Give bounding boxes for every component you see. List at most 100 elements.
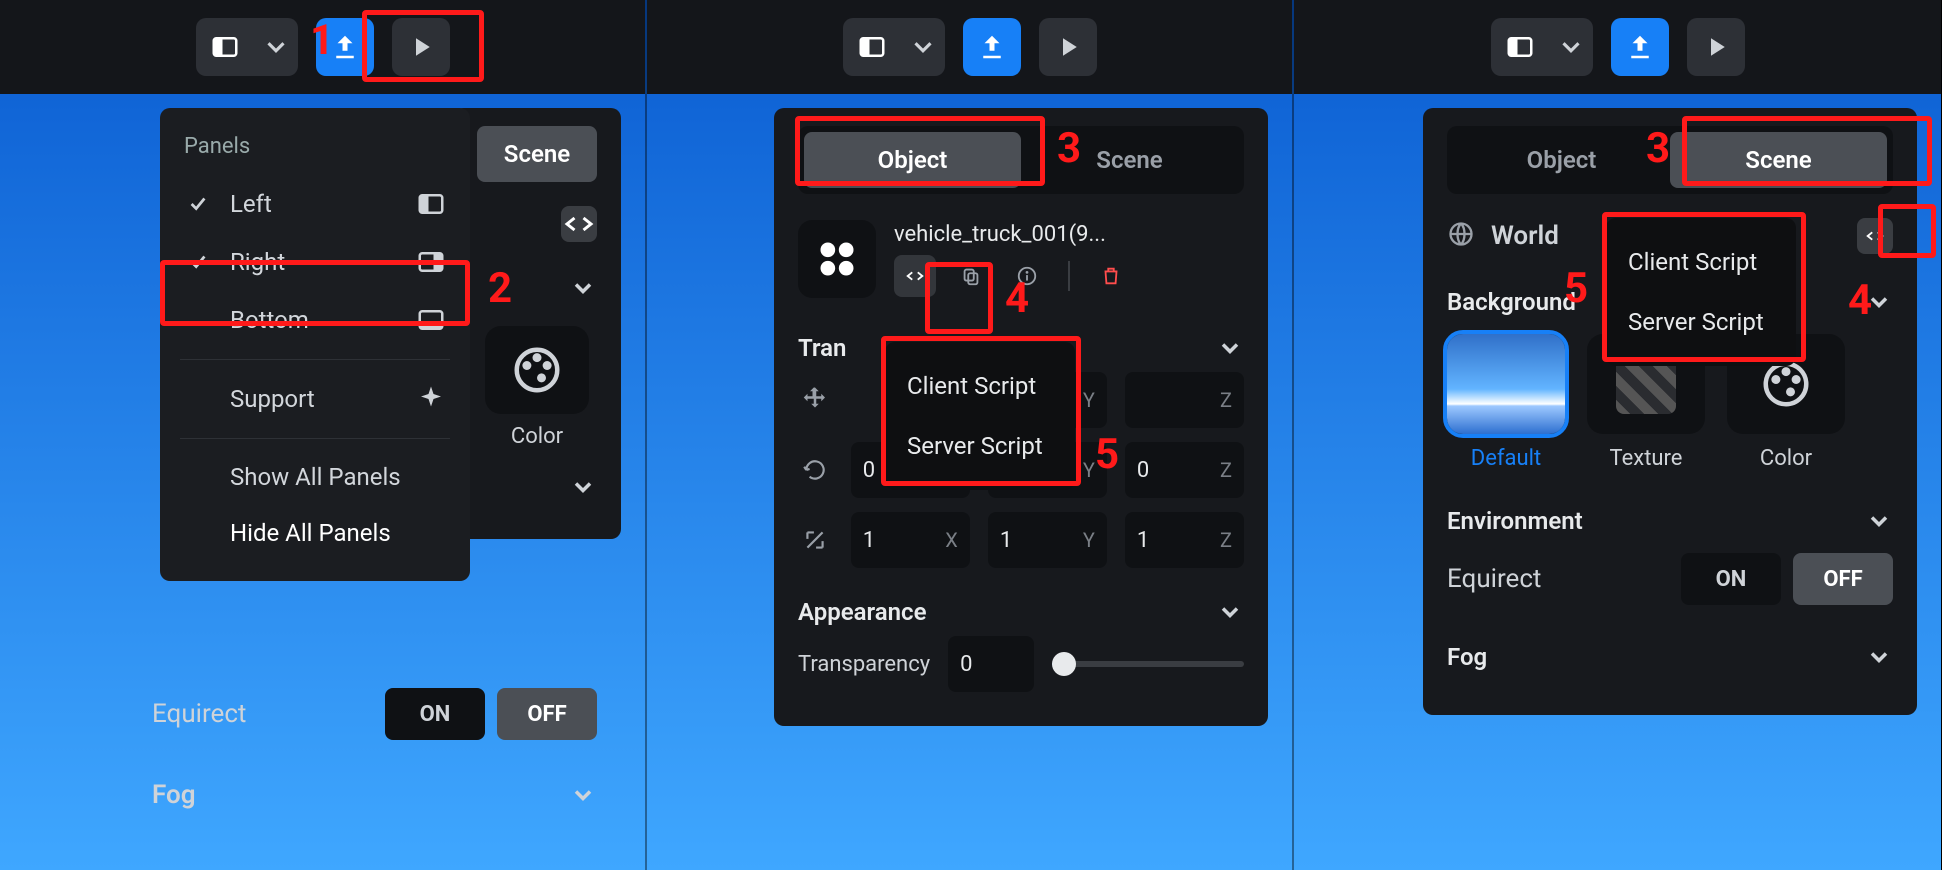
bg-option-color[interactable] [485,326,589,414]
equirect-toggle: ON OFF [1681,553,1893,605]
app-panel-2: Object Scene vehicle_truck_001(9... Tran [647,0,1294,870]
upload-button[interactable] [1611,18,1669,76]
menu-hide-all-label: Hide All Panels [230,519,446,547]
menu-show-all-label: Show All Panels [230,463,446,491]
tab-object[interactable]: Object [1453,132,1670,188]
panel-toggle-split [843,18,945,76]
callout-box-4 [925,262,993,334]
panel-toggle-split [1491,18,1593,76]
callout-box-4 [1878,204,1936,258]
panel-toggle-button[interactable] [843,18,901,76]
play-button[interactable] [1687,18,1745,76]
upload-button[interactable] [963,18,1021,76]
callout-box-5 [881,336,1081,486]
panel-toggle-dropdown[interactable] [1549,18,1593,76]
bg-label-default: Default [1471,446,1541,471]
menu-hide-all[interactable]: Hide All Panels [164,505,466,561]
menu-support[interactable]: Support [164,370,466,428]
topbar [647,0,1292,94]
rot-z[interactable]: 0Z [1125,442,1244,498]
chevron-down-icon [569,781,597,809]
app-panel-1: Scene Color Equirect ON OFF Fog Panels [0,0,647,870]
world-label: World [1491,221,1559,251]
lower-rows-1: Equirect ON OFF Fog [128,680,621,818]
panel-toggle-button[interactable] [196,18,254,76]
chevron-down-icon [1216,598,1244,626]
scl-z[interactable]: 1Z [1125,512,1244,568]
bg-color-only: Color [477,326,597,449]
globe-icon [1447,220,1475,252]
row-scale: 1X 1Y 1Z [798,512,1244,568]
move-z[interactable]: Z [1125,372,1244,428]
section-environment: Environment Equirect ON OFF [1447,497,1893,617]
fog-label: Fog [1447,643,1487,671]
background-label: Background [1447,288,1576,316]
callout-number-5: 5 [1095,430,1119,479]
equirect-label: Equirect [152,699,246,729]
transparency-slider[interactable] [1052,644,1244,684]
row-equirect: Equirect ON OFF [152,680,597,748]
row-chev-2 [477,465,597,509]
object-name: vehicle_truck_001(9... [894,222,1244,247]
tab-scene[interactable]: Scene [477,126,597,182]
row-code-icon-only [477,198,597,250]
equirect-off[interactable]: OFF [1793,553,1893,605]
callout-box-1 [362,10,484,82]
move-icon[interactable] [798,385,833,415]
bg-label-color: Color [511,424,563,449]
bg-label-texture: Texture [1610,446,1683,471]
section-header-fog[interactable]: Fog [1447,643,1893,681]
partial-scene-panel: Scene Color [453,108,621,539]
menu-left[interactable]: Left [164,175,466,233]
scl-x[interactable]: 1X [851,512,970,568]
callout-number-2: 2 [488,264,512,313]
play-button[interactable] [1039,18,1097,76]
partial-visible-tabs: Scene [477,126,597,182]
bg-option-default[interactable]: Default [1447,334,1565,471]
equirect-on[interactable]: ON [1681,553,1781,605]
chevron-down-icon [569,274,597,302]
environment-label: Environment [1447,507,1583,535]
separator [1068,261,1070,291]
row-fog[interactable]: Fog [152,772,597,818]
callout-box-3 [1682,116,1932,186]
panel-toggle-button[interactable] [1491,18,1549,76]
chevron-down-icon [1865,643,1893,671]
transparency-value[interactable]: 0 [948,636,1034,692]
appearance-label: Appearance [798,598,927,626]
app-panel-3: Object Scene World Background Default [1294,0,1941,870]
scene-panel: Object Scene World Background Default [1423,108,1917,715]
section-fog: Fog [1447,633,1893,685]
rotate-icon[interactable] [798,457,833,483]
equirect-on[interactable]: ON [385,688,485,740]
panels-dropdown-menu: Panels Left Right Bottom Support Show Al… [160,108,470,581]
section-header-environment[interactable]: Environment [1447,507,1893,545]
sparkle-icon [416,384,446,414]
equirect-label: Equirect [1447,564,1541,594]
panel-toggle-dropdown[interactable] [901,18,945,76]
equirect-off[interactable]: OFF [497,688,597,740]
menu-support-label: Support [230,385,398,413]
panel-toggle-split [196,18,298,76]
scl-y[interactable]: 1Y [988,512,1107,568]
bg-label-color: Color [1760,446,1812,471]
delete-button[interactable] [1090,255,1132,297]
scale-icon[interactable] [798,527,833,553]
object-thumb[interactable] [798,220,876,298]
panels-menu-title: Panels [164,128,466,175]
callout-number-4: 4 [1848,276,1872,325]
section-appearance: Appearance Transparency 0 [798,588,1244,696]
callout-box-5 [1602,212,1806,362]
section-header-appearance[interactable]: Appearance [798,598,1244,636]
callout-number-3: 3 [1057,124,1081,173]
callout-box-3 [795,116,1045,186]
tab-scene[interactable]: Scene [1021,132,1238,188]
panel-toggle-dropdown[interactable] [254,18,298,76]
callout-number-4: 4 [1005,274,1029,323]
equirect-toggle: ON OFF [385,688,597,740]
menu-show-all[interactable]: Show All Panels [164,449,466,505]
transparency-label: Transparency [798,652,930,677]
callout-box-2 [160,260,470,326]
code-icon[interactable] [561,206,597,242]
fog-label: Fog [152,780,196,810]
